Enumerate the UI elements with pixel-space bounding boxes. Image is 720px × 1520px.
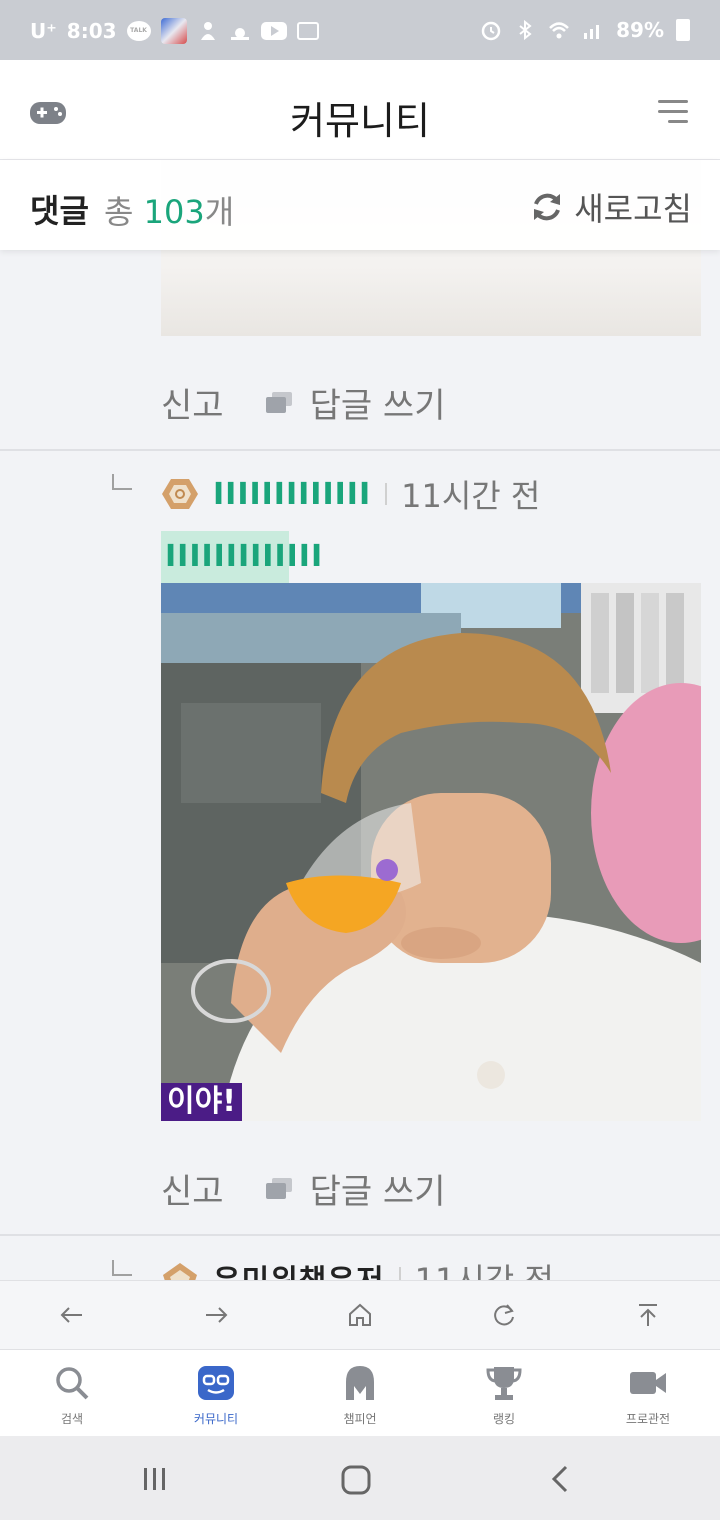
comments-label: 댓글 <box>30 192 89 230</box>
reply-button[interactable]: 답글 쓰기 <box>310 1164 446 1213</box>
bottom-nav: 검색 커뮤니티 챔피언 랭킹 프로관전 <box>0 1350 720 1436</box>
forward-button[interactable] <box>144 1281 288 1349</box>
comments-header: 댓글 총 103개 새로고침 <box>0 160 720 250</box>
total-prefix: 총 <box>104 193 144 231</box>
nav-label: 프로관전 <box>625 1412 671 1426</box>
divider <box>0 1234 720 1236</box>
refresh-icon <box>534 193 561 221</box>
gallery-icon <box>296 22 319 40</box>
app-header: 커뮤니티 <box>0 60 720 160</box>
reload-icon <box>494 1304 514 1326</box>
arrow-right-icon <box>206 1307 228 1323</box>
nav-label: 검색 <box>60 1412 84 1426</box>
nav-community[interactable]: 커뮤니티 <box>144 1350 288 1436</box>
nav-champion[interactable]: 챔피언 <box>288 1350 432 1436</box>
battery-percent: 89% <box>616 18 664 42</box>
total-suffix: 개 <box>204 193 235 231</box>
kakaotalk-icon: TALK <box>126 21 151 41</box>
nav-search[interactable]: 검색 <box>0 1350 144 1436</box>
nav-label: 랭킹 <box>492 1412 516 1426</box>
nav-label: 커뮤니티 <box>193 1412 239 1426</box>
reply-icon[interactable] <box>265 1177 292 1200</box>
comment-header: 은미위챔은저 11시간 전 <box>161 1258 554 1280</box>
bluetooth-icon <box>514 19 536 41</box>
arrow-left-icon <box>60 1307 82 1323</box>
comment-actions: 신고 답글 쓰기 <box>161 1164 446 1213</box>
weather-icon <box>229 20 251 42</box>
app-notification-icon <box>160 18 187 44</box>
comment-text: IIIIIIIIIIIII <box>161 531 322 583</box>
nav-ranking[interactable]: 랭킹 <box>432 1350 576 1436</box>
report-button[interactable]: 신고 <box>161 1164 224 1213</box>
champion-icon <box>346 1366 374 1400</box>
youtube-icon <box>260 22 287 40</box>
comment-author[interactable]: IIIIIIIIIIIII <box>213 477 371 512</box>
alarm-icon <box>480 19 502 41</box>
image-caption: 이야! <box>161 1083 242 1121</box>
signal-icon <box>582 19 604 41</box>
comment-header: IIIIIIIIIIIII 11시간 전 <box>161 474 541 515</box>
refresh-button[interactable]: 새로고침 <box>528 184 692 230</box>
reply-indent-icon <box>112 474 132 490</box>
wifi-icon <box>548 19 570 41</box>
nav-label: 챔피언 <box>343 1412 377 1426</box>
menu-icon[interactable] <box>658 100 688 124</box>
report-button[interactable]: 신고 <box>161 378 224 427</box>
reply-indent-icon <box>112 1260 132 1276</box>
battery-icon <box>676 19 690 41</box>
divider <box>0 449 720 451</box>
comment-author[interactable]: 은미위챔은저 <box>213 1256 385 1280</box>
separator <box>385 483 388 505</box>
reply-icon[interactable] <box>265 391 292 414</box>
tier-badge-icon <box>162 479 198 509</box>
home-nav-icon[interactable] <box>340 1464 372 1496</box>
comment-image[interactable]: 이야! <box>161 583 701 1121</box>
home-icon <box>349 1303 371 1326</box>
photo-illustration <box>161 583 701 1121</box>
carrier-label: U⁺ <box>30 19 57 43</box>
browser-toolbar <box>0 1280 720 1350</box>
tier-badge-icon <box>163 1263 197 1280</box>
home-button[interactable] <box>288 1281 432 1349</box>
separator <box>398 1267 401 1280</box>
community-icon <box>198 1366 234 1400</box>
reply-button[interactable]: 답글 쓰기 <box>310 378 446 427</box>
comments-total: 총 103개 <box>104 187 234 233</box>
comment-count: 103 <box>143 193 205 231</box>
trophy-icon <box>486 1367 522 1400</box>
scroll-top-icon <box>639 1304 657 1326</box>
reload-button[interactable] <box>432 1281 576 1349</box>
system-nav-bar <box>0 1436 720 1520</box>
notification-icon <box>197 20 219 42</box>
back-nav-icon[interactable] <box>546 1464 576 1494</box>
refresh-label: 새로고침 <box>574 190 692 228</box>
recent-apps-icon[interactable] <box>140 1464 170 1494</box>
nav-pro-watch[interactable]: 프로관전 <box>576 1350 720 1436</box>
scroll-top-button[interactable] <box>576 1281 720 1349</box>
back-button[interactable] <box>0 1281 144 1349</box>
page-title: 커뮤니티 <box>290 99 430 143</box>
status-bar: U⁺ 8:03 TALK 89% <box>0 0 720 60</box>
comment-time: 11시간 전 <box>401 477 541 515</box>
comment-actions: 신고 답글 쓰기 <box>161 378 446 427</box>
search-icon <box>56 1367 89 1400</box>
comment-list[interactable]: 신고 답글 쓰기 IIIIIIIIIIIII 11시간 전 IIIIIIIIII… <box>0 160 720 1280</box>
comment-time: 11시간 전 <box>414 1261 554 1280</box>
clock: 8:03 <box>66 19 117 43</box>
video-camera-icon <box>630 1372 666 1394</box>
